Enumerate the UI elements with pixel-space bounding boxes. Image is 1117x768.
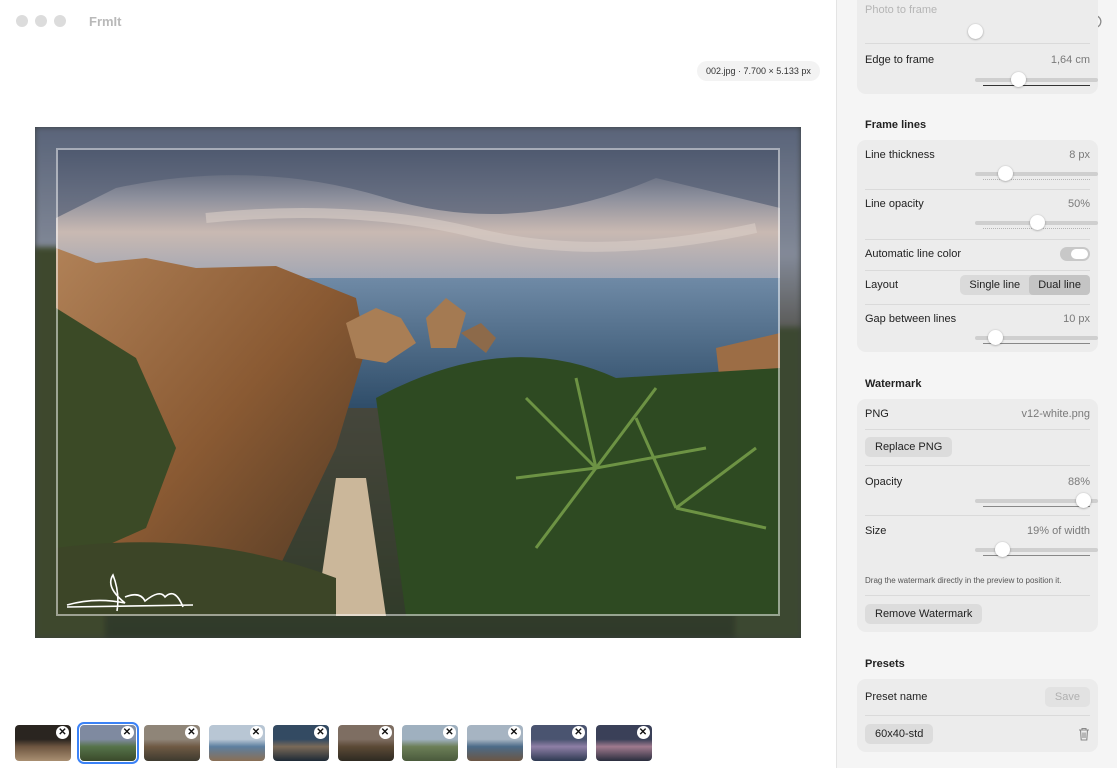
remove-thumbnail-icon[interactable]: ✕ xyxy=(120,726,134,739)
replace-png-button[interactable]: Replace PNG xyxy=(865,437,953,457)
png-filename: v12-white.png xyxy=(1021,408,1091,420)
remove-thumbnail-icon[interactable]: ✕ xyxy=(378,726,392,739)
frame-lines-title: Frame lines xyxy=(865,119,927,131)
line-thickness-knob[interactable] xyxy=(997,166,1013,181)
watermark-title: Watermark xyxy=(865,378,922,390)
filmstrip-thumbnail[interactable]: ✕ xyxy=(144,725,200,761)
remove-thumbnail-icon[interactable]: ✕ xyxy=(56,726,69,739)
gap-between-lines-slider[interactable] xyxy=(975,330,1098,345)
photo-preview[interactable] xyxy=(34,126,802,639)
watermark-opacity-slider[interactable] xyxy=(975,493,1098,508)
watermark-opacity-label: Opacity xyxy=(865,476,903,488)
watermark-hint: Drag the watermark directly in the previ… xyxy=(865,576,1062,585)
watermark-signature[interactable] xyxy=(65,567,195,613)
layout-single-line-option[interactable]: Single line xyxy=(960,275,1029,295)
watermark-size-slider[interactable] xyxy=(975,542,1098,557)
remove-thumbnail-icon[interactable]: ✕ xyxy=(636,726,650,739)
filmstrip-thumbnail[interactable]: ✕ xyxy=(76,722,139,764)
auto-line-color-toggle[interactable] xyxy=(1060,247,1090,261)
remove-thumbnail-icon[interactable]: ✕ xyxy=(185,726,198,739)
file-info-badge: 002.jpg · 7.700 × 5.133 px xyxy=(697,61,820,81)
trash-icon[interactable] xyxy=(1078,727,1090,741)
edge-to-frame-label: Edge to frame xyxy=(865,54,935,66)
photo-to-frame-knob[interactable] xyxy=(968,24,983,39)
remove-watermark-button[interactable]: Remove Watermark xyxy=(865,604,983,624)
remove-thumbnail-icon[interactable]: ✕ xyxy=(314,726,327,739)
preset-chip[interactable]: 60x40-std xyxy=(865,724,934,744)
filmstrip-thumbnail[interactable]: ✕ xyxy=(595,725,652,761)
layout-label: Layout xyxy=(865,279,899,291)
watermark-opacity-value: 88% xyxy=(1067,476,1090,488)
remove-thumbnail-icon[interactable]: ✕ xyxy=(443,726,456,739)
filmstrip-thumbnail[interactable]: ✕ xyxy=(402,725,458,761)
line-opacity-knob[interactable] xyxy=(1029,215,1045,230)
remove-thumbnail-icon[interactable]: ✕ xyxy=(249,726,263,739)
close-window-button[interactable] xyxy=(16,15,28,27)
png-label: PNG xyxy=(865,408,889,420)
gap-between-lines-label: Gap between lines xyxy=(865,313,957,325)
auto-line-color-label: Automatic line color xyxy=(865,248,961,260)
filmstrip-thumbnail[interactable]: ✕ xyxy=(208,725,265,761)
preset-name-label: Preset name xyxy=(865,691,928,703)
gap-between-lines-knob[interactable] xyxy=(987,330,1003,345)
settings-sidebar: Photo to frame Edge to frame 1,64 cm Fra… xyxy=(836,0,1117,768)
line-opacity-value: 50% xyxy=(1067,198,1090,210)
watermark-size-knob[interactable] xyxy=(995,542,1011,557)
edge-to-frame-value: 1,64 cm xyxy=(1050,54,1090,66)
layout-dual-line-option[interactable]: Dual line xyxy=(1029,275,1090,295)
frame-spacing-card: Photo to frame Edge to frame 1,64 cm xyxy=(857,0,1098,94)
filmstrip-thumbnail[interactable]: ✕ xyxy=(531,725,587,761)
filmstrip-thumbnail[interactable]: ✕ xyxy=(15,725,71,761)
layout-segmented-control: Single line Dual line xyxy=(960,275,1090,295)
edge-to-frame-knob[interactable] xyxy=(1011,72,1027,87)
watermark-size-value: 19% of width xyxy=(1027,525,1090,537)
remove-thumbnail-icon[interactable]: ✕ xyxy=(572,726,585,739)
presets-title: Presets xyxy=(865,658,905,670)
filmstrip-thumbnail[interactable]: ✕ xyxy=(466,725,523,761)
app-title: FrmIt xyxy=(89,14,122,29)
frame-lines-card: Line thickness 8 px Line opacity 50% Aut… xyxy=(857,140,1098,352)
photo-to-frame-slider[interactable] xyxy=(968,24,1098,39)
gap-between-lines-value: 10 px xyxy=(1063,313,1090,325)
edge-to-frame-slider[interactable] xyxy=(975,72,1098,87)
photo-to-frame-label: Photo to frame xyxy=(865,4,938,16)
canvas-area: FrmIt 002.jpg · 7.700 × 5.133 px ✕ ✕ ✕ ✕… xyxy=(0,0,836,768)
filmstrip-thumbnail[interactable]: ✕ xyxy=(273,725,329,761)
line-thickness-label: Line thickness xyxy=(865,149,935,161)
watermark-card: PNG v12-white.png Replace PNG Opacity 88… xyxy=(857,399,1098,632)
filmstrip-thumbnail[interactable]: ✕ xyxy=(337,725,394,761)
minimize-window-button[interactable] xyxy=(35,15,47,27)
zoom-window-button[interactable] xyxy=(54,15,66,27)
watermark-size-label: Size xyxy=(865,525,887,537)
line-opacity-label: Line opacity xyxy=(865,198,924,210)
line-opacity-slider[interactable] xyxy=(975,215,1098,230)
presets-card: Preset name Save 60x40-std xyxy=(857,679,1098,752)
save-preset-button[interactable]: Save xyxy=(1044,687,1090,707)
landscape-photo xyxy=(56,148,780,616)
line-thickness-slider[interactable] xyxy=(975,166,1098,181)
remove-thumbnail-icon[interactable]: ✕ xyxy=(507,726,521,739)
line-thickness-value: 8 px xyxy=(1069,149,1090,161)
